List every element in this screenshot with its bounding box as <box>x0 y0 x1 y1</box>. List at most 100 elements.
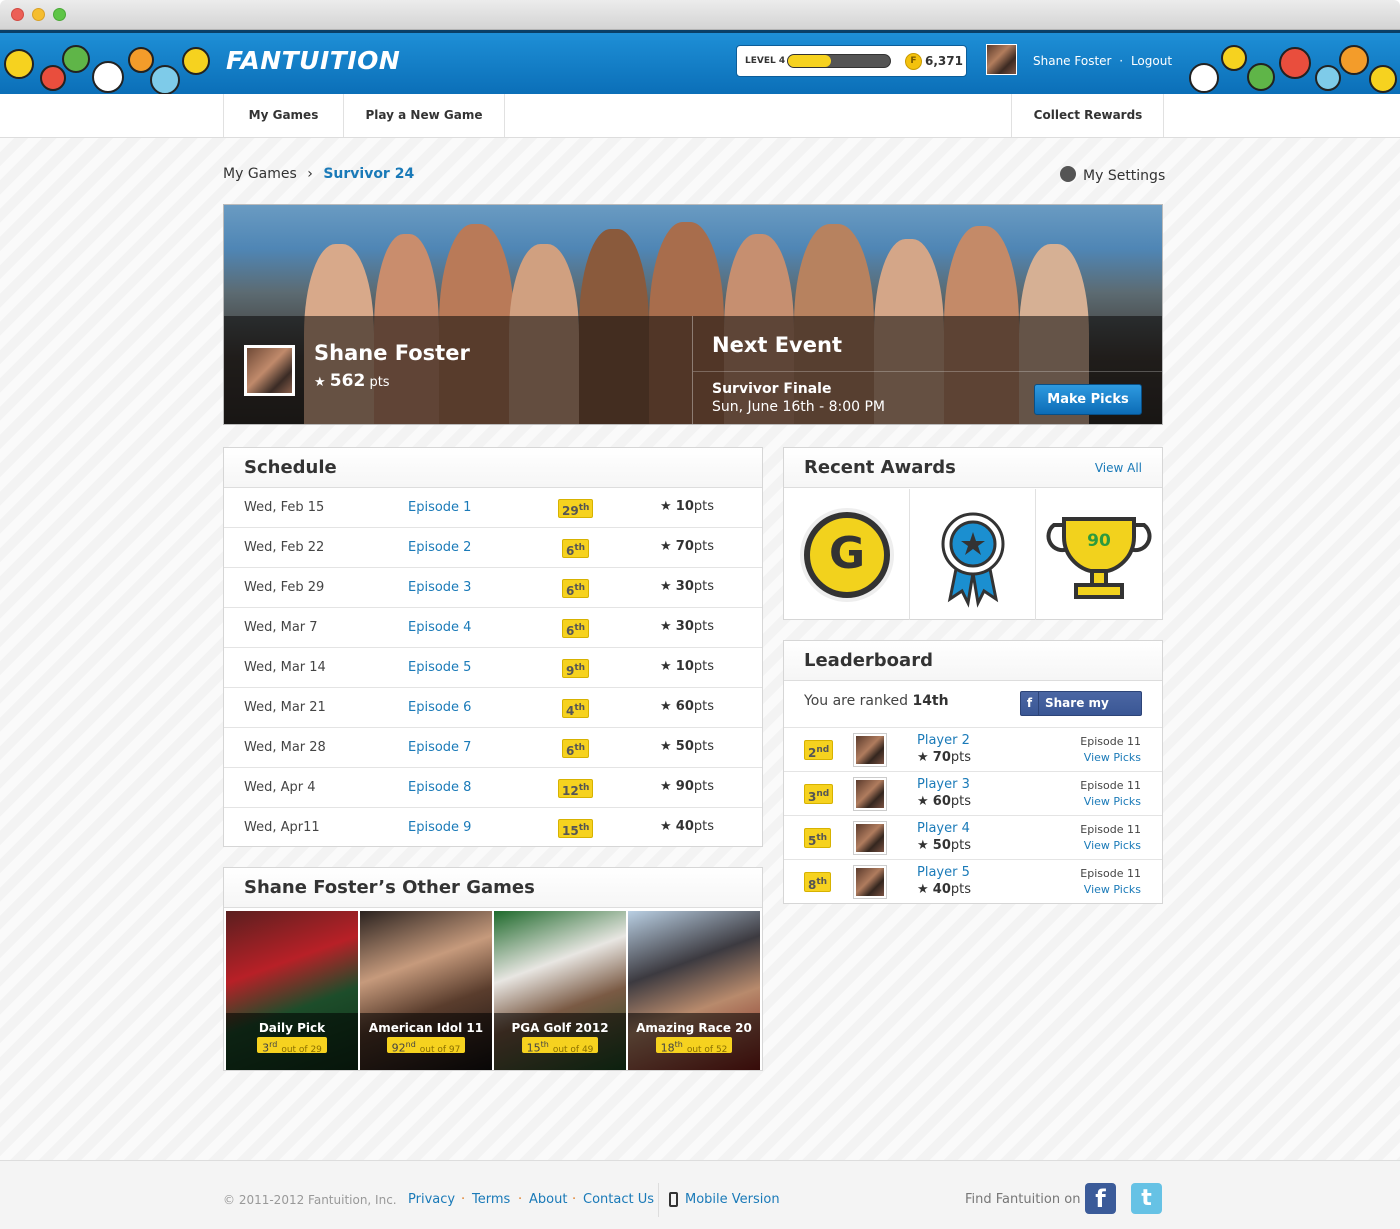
game-caption: Daily Pick 3rdout of 29 <box>226 1013 358 1070</box>
privacy-link[interactable]: Privacy <box>408 1192 455 1207</box>
game-tile[interactable]: Amazing Race 20 18thout of 52 <box>628 911 760 1070</box>
facebook-icon[interactable]: f <box>1085 1183 1116 1214</box>
close-window-icon[interactable] <box>11 8 24 21</box>
view-picks-link[interactable]: View Picks <box>1084 883 1141 896</box>
logout-link[interactable]: Logout <box>1131 54 1172 68</box>
episode-link[interactable]: Episode 2 <box>408 540 471 555</box>
banner-rule <box>693 371 1162 372</box>
episode-link[interactable]: Episode 9 <box>408 820 471 835</box>
view-picks-link[interactable]: View Picks <box>1084 751 1141 764</box>
view-all-awards-link[interactable]: View All <box>1095 448 1142 488</box>
twitter-icon[interactable]: t <box>1131 1183 1162 1214</box>
coin-icon: F <box>905 53 922 70</box>
player-thumbnail[interactable] <box>854 734 886 766</box>
minimize-window-icon[interactable] <box>32 8 45 21</box>
site-footer: © 2011-2012 Fantuition, Inc. Privacy · T… <box>0 1160 1400 1229</box>
settings-link[interactable]: My Settings <box>1060 166 1165 184</box>
award-ribbon[interactable] <box>910 489 1036 620</box>
user-avatar[interactable] <box>986 44 1017 75</box>
schedule-title: Schedule <box>224 448 762 488</box>
about-link[interactable]: About <box>529 1192 567 1207</box>
points-value: 10 <box>675 499 694 514</box>
episode-date: Wed, Feb 15 <box>244 500 325 515</box>
episode-link[interactable]: Episode 3 <box>408 580 471 595</box>
level-progress-widget[interactable]: LEVEL 4 F 6,371 <box>736 45 967 77</box>
player-name-link[interactable]: Player 3 <box>917 777 970 792</box>
fantuition-logo[interactable]: FANTUITION <box>226 46 400 75</box>
nav-play-new-game[interactable]: Play a New Game <box>343 94 504 137</box>
player-name-link[interactable]: Player 5 <box>917 865 970 880</box>
episode-link[interactable]: Episode 5 <box>408 660 471 675</box>
decorative-doodles-left <box>0 43 215 97</box>
rank-suffix: th <box>574 663 586 673</box>
game-tile[interactable]: Daily Pick 3rdout of 29 <box>226 911 358 1070</box>
game-tile[interactable]: American Idol 11 92ndout of 97 <box>360 911 492 1070</box>
terms-link[interactable]: Terms <box>472 1192 510 1207</box>
main-navigation: My Games Play a New Game Collect Rewards <box>0 94 1400 138</box>
level-progress-bar <box>787 54 891 68</box>
award-trophy[interactable]: 90 <box>1036 489 1162 620</box>
schedule-row: Wed, Mar 21 Episode 6 4th ★ 60pts <box>224 688 762 728</box>
points-unit: pts <box>950 794 972 809</box>
points-unit: pts <box>950 882 972 897</box>
rank-badge: 6th <box>562 539 590 558</box>
nav-my-games[interactable]: My Games <box>223 94 343 137</box>
leaderboard-row: 5th Player 4 ★ 50pts Episode 11 View Picks <box>784 815 1162 859</box>
rank-badge: 6th <box>562 619 590 638</box>
player-thumbnail[interactable] <box>854 866 886 898</box>
nav-collect-rewards[interactable]: Collect Rewards <box>1011 94 1164 137</box>
points-value: 50 <box>932 838 951 853</box>
episode-link[interactable]: Episode 1 <box>408 500 471 515</box>
episode-link[interactable]: Episode 6 <box>408 700 471 715</box>
contact-link[interactable]: Contact Us <box>583 1192 654 1207</box>
points-value: 40 <box>932 882 951 897</box>
points-value: 10 <box>675 659 694 674</box>
episode-link[interactable]: Episode 7 <box>408 740 471 755</box>
rank-number: 15 <box>562 824 579 838</box>
player-thumbnail[interactable] <box>854 778 886 810</box>
rank-badge: 6th <box>562 579 590 598</box>
rank-number: 12 <box>562 784 579 798</box>
view-picks-link[interactable]: View Picks <box>1084 795 1141 808</box>
rank-badge: 4th <box>562 699 590 718</box>
leaderboard-row: 2nd Player 2 ★ 70pts Episode 11 View Picks <box>784 727 1162 771</box>
view-picks-link[interactable]: View Picks <box>1084 839 1141 852</box>
maximize-window-icon[interactable] <box>53 8 66 21</box>
other-games-panel: Shane Foster’s Other Games Daily Pick 3rd… <box>223 867 763 1071</box>
player-name-link[interactable]: Player 2 <box>917 733 970 748</box>
star-icon: ★ <box>660 739 676 754</box>
award-g-badge[interactable]: G <box>784 489 910 620</box>
points-unit: pts <box>693 539 715 554</box>
star-icon: ★ <box>917 882 933 897</box>
footer-dot: · <box>461 1192 466 1207</box>
game-tile[interactable]: PGA Golf 2012 15thout of 49 <box>494 911 626 1070</box>
username-link[interactable]: Shane Foster <box>1033 54 1111 68</box>
episode-points: ★ 30pts <box>660 619 714 634</box>
gear-icon <box>1060 166 1076 182</box>
player-thumbnail[interactable] <box>854 822 886 854</box>
make-picks-button[interactable]: Make Picks <box>1034 384 1142 415</box>
points-value: 70 <box>675 539 694 554</box>
episode-points: ★ 30pts <box>660 579 714 594</box>
game-rank-badge: 3rdout of 29 <box>257 1037 327 1055</box>
mobile-phone-icon <box>669 1192 678 1207</box>
points-unit: pts <box>950 838 972 853</box>
rank-suffix: th <box>816 833 828 843</box>
episode-link[interactable]: Episode 8 <box>408 780 471 795</box>
rank-number: 29 <box>562 504 579 518</box>
rank-suffix: th <box>674 1040 683 1049</box>
share-rank-button[interactable]: f Share my Rank <box>1020 691 1142 733</box>
episode-link[interactable]: Episode 4 <box>408 620 471 635</box>
star-icon: ★ <box>314 375 326 390</box>
player-name: Shane Foster <box>314 341 470 365</box>
points-unit: pts <box>950 750 972 765</box>
player-episode: Episode 11 <box>1080 867 1141 880</box>
mobile-version-link[interactable]: Mobile Version <box>685 1192 780 1207</box>
rank-badge: 15th <box>558 819 594 838</box>
rank-badge: 9th <box>562 659 590 678</box>
player-name-link[interactable]: Player 4 <box>917 821 970 836</box>
breadcrumb-my-games[interactable]: My Games <box>223 166 297 182</box>
player-avatar[interactable] <box>244 345 295 396</box>
game-rank-badge: 18thout of 52 <box>655 1037 733 1055</box>
decorative-doodles-right <box>1185 43 1400 97</box>
